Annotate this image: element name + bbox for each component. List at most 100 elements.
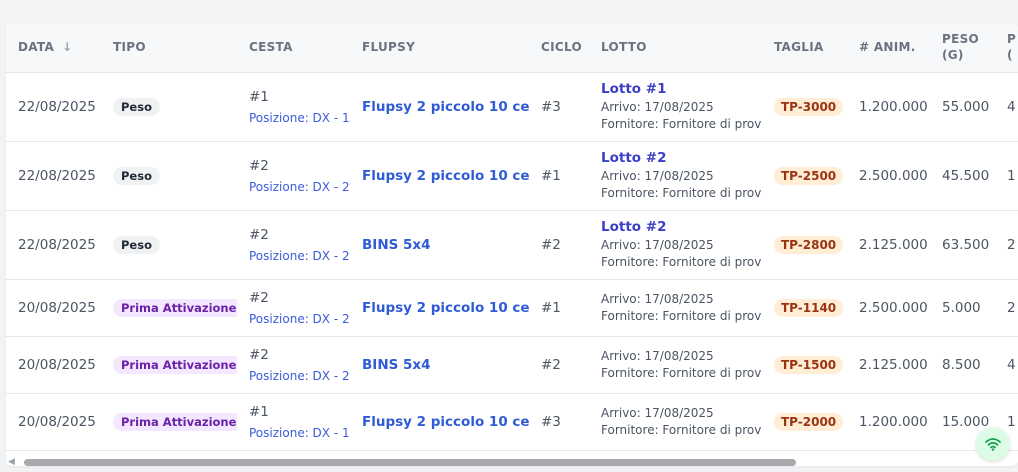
cell-ciclo: #3	[529, 393, 589, 451]
lotto-arrivo: Arrivo: 17/08/2025	[601, 99, 714, 114]
cell-tipo: Prima Attivazione	[101, 336, 237, 394]
cell-data: 22/08/2025	[6, 141, 101, 211]
cell-animali: 1.200.000	[847, 393, 930, 451]
table-row[interactable]: 20/08/2025 Prima Attivazione #1 Posizione…	[6, 393, 1018, 451]
cell-lotto: Lotto #2 Arrivo: 17/08/2025 Fornitore: For…	[589, 210, 762, 280]
column-header-flupsy[interactable]: FLUPSY	[350, 23, 529, 73]
taglia-badge: TP-2500	[774, 166, 844, 185]
lotto-link[interactable]: Lotto #2	[601, 219, 762, 235]
cell-data: 20/08/2025	[6, 279, 101, 337]
cell-taglia: TP-2000	[762, 393, 847, 451]
table-row[interactable]: 22/08/2025 Peso #2 Posizione: DX - 2 BINS…	[6, 210, 1018, 280]
taglia-badge: TP-1140	[774, 298, 844, 317]
cell-tipo: Peso	[101, 72, 237, 142]
cell-taglia: TP-1500	[762, 336, 847, 394]
cesta-number: #2	[249, 226, 269, 243]
posizione-link[interactable]: Posizione: DX - 2	[249, 180, 350, 194]
cell-ciclo: #2	[529, 336, 589, 394]
column-header-data[interactable]: DATA ↓	[6, 23, 101, 73]
cell-tipo: Prima Attivazione	[101, 393, 237, 451]
flupsy-link[interactable]: BINS 5x4	[362, 237, 431, 253]
cell-flupsy: BINS 5x4	[350, 210, 529, 280]
taglia-badge: TP-2800	[774, 235, 844, 254]
cell-lotto: Arrivo: 17/08/2025 Fornitore: Fornitore d…	[589, 393, 762, 451]
table-row[interactable]: 22/08/2025 Peso #2 Posizione: DX - 2 Flup…	[6, 141, 1018, 211]
cell-next: 2	[995, 279, 1018, 337]
lotto-arrivo: Arrivo: 17/08/2025	[601, 291, 714, 306]
table-row[interactable]: 20/08/2025 Prima Attivazione #2 Posizione…	[6, 279, 1018, 337]
cell-data: 22/08/2025	[6, 72, 101, 142]
cell-taglia: TP-2800	[762, 210, 847, 280]
cell-next: 4	[995, 336, 1018, 394]
tipo-badge: Prima Attivazione	[113, 355, 237, 374]
lotto-fornitore: Fornitore: Fornitore di prova	[601, 254, 762, 269]
cell-next: 1	[995, 141, 1018, 211]
lotto-fornitore: Fornitore: Fornitore di prova	[601, 116, 762, 131]
column-header-cesta[interactable]: CESTA	[237, 23, 350, 73]
cell-animali: 2.125.000	[847, 210, 930, 280]
tipo-badge: Prima Attivazione	[113, 298, 237, 317]
cell-ciclo: #3	[529, 72, 589, 142]
cell-taglia: TP-3000	[762, 72, 847, 142]
lotto-fornitore: Fornitore: Fornitore di prova	[601, 365, 762, 380]
column-header-peso[interactable]: PESO (G)	[930, 23, 995, 73]
lotto-fornitore: Fornitore: Fornitore di prova	[601, 308, 762, 323]
cell-lotto: Arrivo: 17/08/2025 Fornitore: Fornitore d…	[589, 336, 762, 394]
tipo-badge: Peso	[113, 97, 160, 116]
column-header-tipo[interactable]: TIPO	[101, 23, 237, 73]
tipo-badge: Peso	[113, 235, 160, 254]
cell-tipo: Peso	[101, 210, 237, 280]
horizontal-scrollbar[interactable]: ◀	[6, 456, 1018, 468]
cell-peso: 45.500	[930, 141, 995, 211]
posizione-link[interactable]: Posizione: DX - 2	[249, 312, 350, 326]
column-header-taglia[interactable]: TAGLIA	[762, 23, 847, 73]
cell-peso: 55.000	[930, 72, 995, 142]
lotto-fornitore: Fornitore: Fornitore di prova	[601, 185, 762, 200]
operations-table: DATA ↓ TIPO CESTA FLUPSY CICLO LOTTO TAGL…	[6, 23, 1018, 451]
cell-flupsy: Flupsy 2 piccolo 10 ceste	[350, 141, 529, 211]
flupsy-link[interactable]: Flupsy 2 piccolo 10 ceste	[362, 414, 529, 430]
taglia-badge: TP-1500	[774, 355, 844, 374]
column-header-animali[interactable]: # ANIM.	[847, 23, 930, 73]
triangle-left-icon[interactable]: ◀	[8, 457, 15, 467]
cell-peso: 5.000	[930, 279, 995, 337]
lotto-arrivo: Arrivo: 17/08/2025	[601, 237, 714, 252]
cell-taglia: TP-2500	[762, 141, 847, 211]
scrollbar-thumb[interactable]	[24, 459, 796, 466]
posizione-link[interactable]: Posizione: DX - 1	[249, 426, 350, 440]
cell-peso: 63.500	[930, 210, 995, 280]
posizione-link[interactable]: Posizione: DX - 2	[249, 369, 350, 383]
connection-status-button[interactable]	[976, 427, 1010, 461]
column-header-ciclo[interactable]: CICLO	[529, 23, 589, 73]
cell-animali: 2.500.000	[847, 279, 930, 337]
cell-taglia: TP-1140	[762, 279, 847, 337]
cell-cesta: #2 Posizione: DX - 2	[237, 141, 350, 211]
cell-data: 22/08/2025	[6, 210, 101, 280]
column-header-lotto[interactable]: LOTTO	[589, 23, 762, 73]
cell-lotto: Arrivo: 17/08/2025 Fornitore: Fornitore d…	[589, 279, 762, 337]
cell-ciclo: #2	[529, 210, 589, 280]
cell-data: 20/08/2025	[6, 393, 101, 451]
flupsy-link[interactable]: Flupsy 2 piccolo 10 ceste	[362, 168, 529, 184]
taglia-badge: TP-2000	[774, 412, 844, 431]
posizione-link[interactable]: Posizione: DX - 2	[249, 249, 350, 263]
flupsy-link[interactable]: Flupsy 2 piccolo 10 ceste	[362, 300, 529, 316]
posizione-link[interactable]: Posizione: DX - 1	[249, 111, 350, 125]
lotto-link[interactable]: Lotto #1	[601, 81, 762, 97]
cell-flupsy: BINS 5x4	[350, 336, 529, 394]
lotto-link[interactable]: Lotto #2	[601, 150, 762, 166]
cell-flupsy: Flupsy 2 piccolo 10 ceste	[350, 72, 529, 142]
wifi-icon	[985, 438, 1001, 451]
cesta-number: #2	[249, 289, 269, 306]
arrow-down-icon[interactable]: ↓	[62, 40, 72, 54]
lotto-fornitore: Fornitore: Fornitore di prova	[601, 422, 762, 437]
table-row[interactable]: 22/08/2025 Peso #1 Posizione: DX - 1 Flup…	[6, 72, 1018, 142]
cell-cesta: #1 Posizione: DX - 1	[237, 72, 350, 142]
flupsy-link[interactable]: Flupsy 2 piccolo 10 ceste	[362, 99, 529, 115]
cell-lotto: Lotto #2 Arrivo: 17/08/2025 Fornitore: For…	[589, 141, 762, 211]
table-row[interactable]: 20/08/2025 Prima Attivazione #2 Posizione…	[6, 336, 1018, 394]
flupsy-link[interactable]: BINS 5x4	[362, 357, 431, 373]
table-header-row: DATA ↓ TIPO CESTA FLUPSY CICLO LOTTO TAGL…	[6, 23, 1018, 73]
column-header-next[interactable]: P (	[995, 23, 1018, 73]
lotto-arrivo: Arrivo: 17/08/2025	[601, 348, 714, 363]
